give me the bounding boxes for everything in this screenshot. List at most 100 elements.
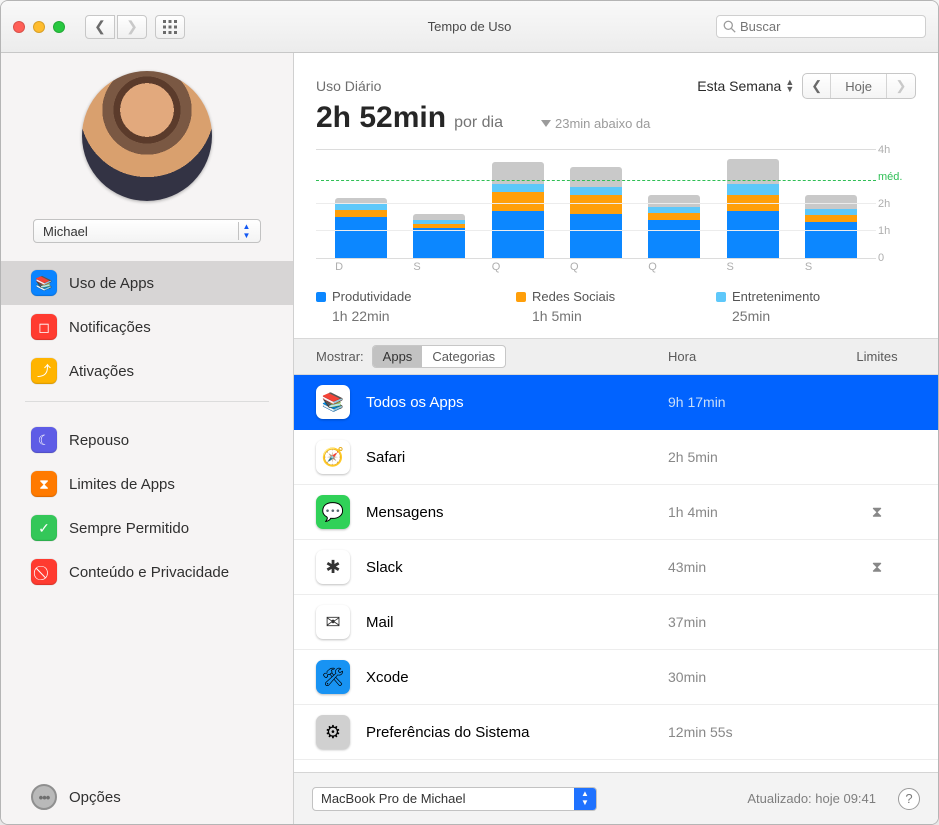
window: ❮ ❯ Tempo de Uso Michael ▲▼ 📚Uso de Apps… [0, 0, 939, 825]
slack-icon: ✱ [316, 550, 350, 584]
segment-apps[interactable]: Apps [373, 346, 423, 367]
app-time: 12min 55s [668, 724, 838, 740]
layers-icon: 📚 [316, 385, 350, 419]
forward-button[interactable]: ❯ [117, 15, 147, 39]
options-label: Opções [69, 789, 121, 806]
updated-label: Atualizado: hoje 09:41 [747, 791, 876, 806]
down-arrow-icon [541, 120, 551, 127]
app-row[interactable]: ✱ Slack43min⧗ [294, 540, 938, 595]
sidebar-item-pickup[interactable]: ⤴︎Ativações [1, 349, 293, 393]
msg-icon: 💬 [316, 495, 350, 529]
history-nav: ❮ ❯ [85, 15, 147, 39]
range-select[interactable]: Esta Semana ▲▼ [697, 78, 794, 94]
moon-icon: ☾ [31, 427, 57, 453]
bell-icon: ◻︎ [31, 314, 57, 340]
legend-label: Entretenimento [732, 289, 820, 304]
sidebar-group-limits: ☾Repouso ⧗ Limites de Apps ✓Sempre Permitid… [1, 418, 293, 594]
sidebar-item-label: Sempre Permitido [69, 520, 189, 537]
app-name: Safari [366, 449, 668, 466]
usage-suffix: por dia [454, 114, 503, 132]
legend-swatch-icon [516, 292, 526, 302]
usage-header: Uso Diário Esta Semana ▲▼ ❮ Hoje ❯ [294, 53, 938, 139]
chart-bar [413, 214, 465, 258]
sidebar-item-nope[interactable]: ⃠Conteúdo e Privacidade [1, 550, 293, 594]
column-header-limits: Limites [838, 349, 916, 364]
app-time: 9h 17min [668, 394, 838, 410]
app-row[interactable]: ✉︎Mail37min [294, 595, 938, 650]
app-name: Mensagens [366, 504, 668, 521]
search-field[interactable] [716, 15, 926, 38]
app-row[interactable]: ⚙︎Preferências do Sistema12min 55s [294, 705, 938, 760]
close-button[interactable] [13, 21, 25, 33]
app-limit: ⧗ [838, 559, 916, 576]
chart-bar [492, 162, 544, 258]
user-select[interactable]: Michael ▲▼ [33, 219, 261, 243]
body: Michael ▲▼ 📚Uso de Apps◻︎Notificações⤴︎A… [1, 53, 938, 824]
titlebar: ❮ ❯ Tempo de Uso [1, 1, 938, 53]
show-segmented-control[interactable]: Apps Categorias [372, 345, 507, 368]
sidebar-item-check[interactable]: ✓Sempre Permitido [1, 506, 293, 550]
footer: MacBook Pro de Michael ▲▼ Atualizado: ho… [294, 772, 938, 824]
device-select[interactable]: MacBook Pro de Michael ▲▼ [312, 787, 597, 811]
date-today-button[interactable]: Hoje [831, 74, 887, 98]
timer-icon: ⧗ [31, 471, 57, 497]
chevron-updown-icon: ▲▼ [785, 79, 794, 93]
legend-item-soc: Redes Sociais1h 5min [516, 289, 716, 324]
legend-value: 25min [732, 308, 916, 324]
app-name: Todos os Apps [366, 394, 668, 411]
minimize-button[interactable] [33, 21, 45, 33]
app-row[interactable]: 🛠Xcode30min [294, 650, 938, 705]
user-select-value: Michael [43, 224, 88, 239]
app-row[interactable]: 📚 Todos os Apps9h 17min [294, 375, 938, 430]
search-icon [723, 20, 736, 33]
range-select-value: Esta Semana [697, 78, 781, 94]
chart-bar [648, 195, 700, 258]
date-prev-button[interactable]: ❮ [803, 74, 831, 98]
sidebar-item-layers[interactable]: 📚Uso de Apps [1, 261, 293, 305]
sidebar-item-timer[interactable]: ⧗ Limites de Apps [1, 462, 293, 506]
help-button[interactable]: ? [898, 788, 920, 810]
legend-swatch-icon [316, 292, 326, 302]
sidebar-item-label: Ativações [69, 363, 134, 380]
segment-categories[interactable]: Categorias [422, 346, 505, 367]
sidebar-options[interactable]: ••• Opções [1, 770, 293, 824]
app-time: 1h 4min [668, 504, 838, 520]
traffic-lights [13, 21, 65, 33]
usage-chart: 4hméd.2h1h0 DSQQQSS [316, 149, 916, 273]
app-row[interactable]: 🧭Safari2h 5min [294, 430, 938, 485]
usage-value: 2h 52min [316, 101, 446, 135]
chart-bar [335, 198, 387, 259]
sidebar-item-moon[interactable]: ☾Repouso [1, 418, 293, 462]
app-row[interactable]: 💬Mensagens1h 4min⧗ [294, 485, 938, 540]
safari-icon: 🧭 [316, 440, 350, 474]
window-title: Tempo de Uso [428, 19, 512, 34]
sidebar-item-label: Uso de Apps [69, 275, 154, 292]
usage-delta: 23min abaixo da [541, 116, 650, 131]
app-time: 37min [668, 614, 838, 630]
app-time: 43min [668, 559, 838, 575]
device-select-value: MacBook Pro de Michael [321, 791, 466, 806]
main: Uso Diário Esta Semana ▲▼ ❮ Hoje ❯ [294, 53, 938, 824]
app-name: Slack [366, 559, 668, 576]
user-avatar [82, 71, 212, 201]
sidebar-item-label: Limites de Apps [69, 476, 175, 493]
app-list[interactable]: 📚Todos os Apps9h 17min🧭Safari2h 5min💬Men… [294, 375, 938, 772]
sidebar: Michael ▲▼ 📚Uso de Apps◻︎Notificações⤴︎A… [1, 53, 294, 824]
legend-swatch-icon [716, 292, 726, 302]
filter-bar: Mostrar: Apps Categorias Hora Limites [294, 338, 938, 375]
search-input[interactable] [740, 19, 919, 34]
sidebar-item-bell[interactable]: ◻︎Notificações [1, 305, 293, 349]
date-nav: ❮ Hoje ❯ [802, 73, 916, 99]
date-next-button[interactable]: ❯ [887, 74, 915, 98]
sidebar-divider [25, 401, 269, 402]
show-all-prefs-button[interactable] [155, 15, 185, 39]
chart-bar [805, 195, 857, 258]
zoom-button[interactable] [53, 21, 65, 33]
legend-value: 1h 22min [332, 308, 516, 324]
grid-icon [163, 20, 177, 34]
chart-bar [570, 167, 622, 258]
legend-value: 1h 5min [532, 308, 716, 324]
app-name: Preferências do Sistema [366, 724, 668, 741]
back-button[interactable]: ❮ [85, 15, 115, 39]
app-time: 30min [668, 669, 838, 685]
